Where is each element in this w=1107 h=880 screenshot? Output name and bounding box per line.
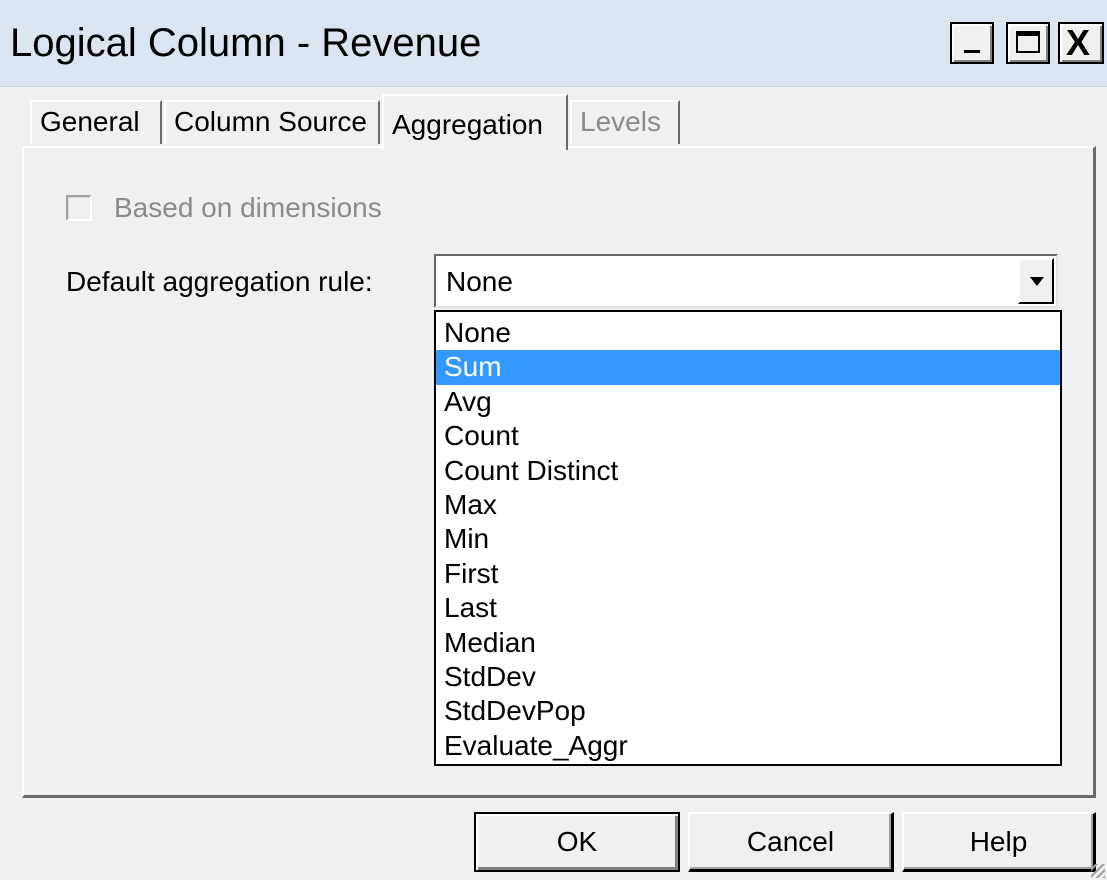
- based-on-dimensions-checkbox: [66, 195, 92, 221]
- minimize-icon: [964, 50, 980, 53]
- logical-column-dialog: Logical Column - Revenue X General Colum…: [0, 0, 1107, 880]
- option-none[interactable]: None: [436, 316, 1060, 350]
- tab-levels: Levels: [570, 100, 680, 144]
- default-aggregation-rule-label: Default aggregation rule:: [66, 266, 373, 297]
- minimize-button[interactable]: [950, 22, 994, 64]
- ok-button[interactable]: OK: [474, 812, 680, 872]
- aggregation-options-list: None Sum Avg Count Count Distinct Max Mi…: [434, 310, 1062, 766]
- selected-rule-value: None: [446, 266, 513, 297]
- option-stddev[interactable]: StdDev: [436, 660, 1060, 694]
- help-button[interactable]: Help: [902, 812, 1096, 872]
- maximize-icon: [1016, 31, 1040, 53]
- tab-column-source[interactable]: Column Source: [164, 100, 380, 144]
- option-count-distinct[interactable]: Count Distinct: [436, 454, 1060, 488]
- resize-grip-icon[interactable]: [1091, 864, 1105, 878]
- option-first[interactable]: First: [436, 557, 1060, 591]
- option-max[interactable]: Max: [436, 488, 1060, 522]
- default-aggregation-rule-select[interactable]: None: [434, 254, 1058, 308]
- dropdown-button[interactable]: [1018, 258, 1054, 304]
- option-avg[interactable]: Avg: [436, 385, 1060, 419]
- option-median[interactable]: Median: [436, 626, 1060, 660]
- tab-general[interactable]: General: [30, 100, 162, 144]
- option-evaluate-aggr[interactable]: Evaluate_Aggr: [436, 729, 1060, 763]
- option-min[interactable]: Min: [436, 522, 1060, 556]
- maximize-button[interactable]: [1006, 22, 1050, 64]
- close-icon: X: [1066, 22, 1091, 63]
- option-count[interactable]: Count: [436, 419, 1060, 453]
- option-last[interactable]: Last: [436, 591, 1060, 625]
- option-stddevpop[interactable]: StdDevPop: [436, 694, 1060, 728]
- tab-aggregation[interactable]: Aggregation: [382, 94, 568, 150]
- option-sum[interactable]: Sum: [436, 350, 1060, 385]
- cancel-button[interactable]: Cancel: [688, 812, 894, 872]
- based-on-dimensions-row: Based on dimensions: [66, 192, 382, 224]
- based-on-dimensions-label: Based on dimensions: [114, 192, 382, 223]
- window-title: Logical Column - Revenue: [10, 21, 482, 65]
- title-bar[interactable]: Logical Column - Revenue X: [0, 0, 1107, 87]
- close-button[interactable]: X: [1058, 22, 1104, 64]
- chevron-down-icon: [1030, 277, 1044, 286]
